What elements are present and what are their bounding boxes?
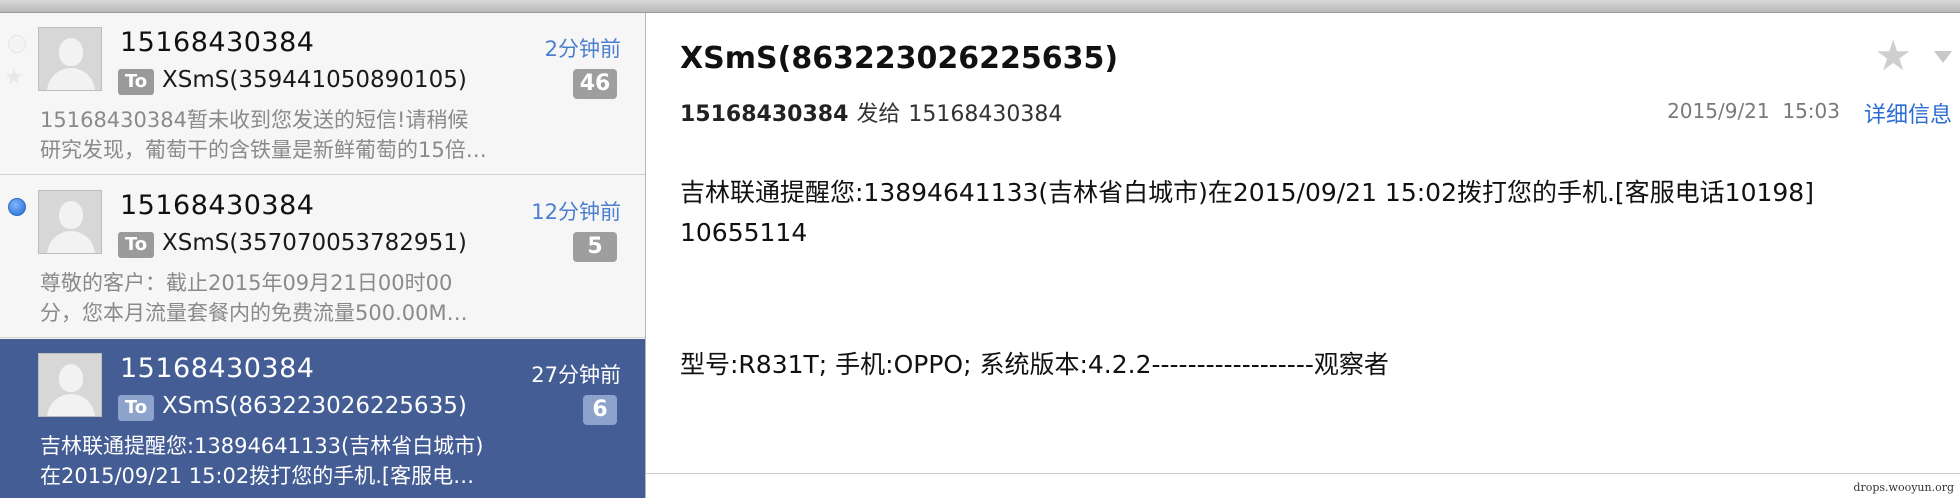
message-sender: 15168430384: [120, 27, 315, 58]
message-time: 2分钟前: [544, 37, 621, 61]
message-sender: 15168430384: [120, 190, 315, 221]
to-address: 15168430384: [908, 102, 1063, 127]
message-time: 27分钟前: [531, 363, 621, 387]
message-subject: XSmS(863223026225635): [680, 41, 1119, 76]
thread-count-badge: 6: [583, 395, 617, 425]
message-list-item[interactable]: ★ 15168430384 2分钟前 To XSmS(3594410508901…: [0, 13, 645, 175]
message-signature: 型号:R831T; 手机:OPPO; 系统版本:4.2.2-----------…: [680, 350, 1389, 379]
read-indicator-icon: [8, 35, 26, 53]
sent-to-label: 发给: [856, 102, 901, 127]
message-time: 12分钟前: [531, 200, 621, 224]
message-preview: 吉林联通提醒您:13894641133(吉林省白城市) 在2015/09/21 …: [40, 434, 484, 488]
message-preview: 15168430384暂未收到您发送的短信!请稍候 研究发现，葡萄干的含铁量是新…: [40, 108, 487, 162]
person-icon: [59, 201, 83, 229]
watermark: drops.wooyun.org: [1853, 481, 1954, 494]
message-date: 2015/9/21 15:03: [1667, 99, 1840, 123]
flag-star-icon[interactable]: ★: [4, 67, 24, 89]
chevron-down-icon[interactable]: [1934, 51, 1952, 63]
message-body-line: 吉林联通提醒您:13894641133(吉林省白城市)在2015/09/21 1…: [680, 178, 1814, 207]
from-address: 15168430384: [680, 102, 849, 127]
message-list-item-selected[interactable]: 15168430384 27分钟前 To XSmS(86322302622563…: [0, 339, 645, 498]
to-badge: To: [118, 395, 154, 421]
person-icon: [59, 38, 83, 66]
avatar: [38, 190, 102, 254]
message-body: 吉林联通提醒您:13894641133(吉林省白城市)在2015/09/21 1…: [680, 173, 1950, 385]
message-sender: 15168430384: [120, 353, 315, 384]
avatar: [38, 27, 102, 91]
message-recipient: XSmS(863223026225635): [162, 393, 467, 419]
person-icon: [59, 364, 83, 392]
to-badge: To: [118, 69, 154, 95]
unread-dot-icon: [8, 198, 26, 216]
details-link[interactable]: 详细信息: [1864, 97, 1952, 129]
message-header-from: 15168430384 发给 15168430384: [680, 96, 1062, 128]
thread-count-badge: 46: [573, 69, 617, 99]
message-detail-pane: XSmS(863223026225635) ★ 15168430384 发给 151…: [646, 13, 1960, 474]
thread-count-badge: 5: [573, 232, 617, 262]
to-badge: To: [118, 232, 154, 258]
message-body-line: 10655114: [680, 218, 808, 247]
message-list-item[interactable]: 15168430384 12分钟前 To XSmS(35707005378295…: [0, 176, 645, 338]
message-recipient: XSmS(359441050890105): [162, 67, 467, 93]
avatar: [38, 353, 102, 417]
message-preview: 尊敬的客户：截止2015年09月21日00时00 分，您本月流量套餐内的免费流量…: [40, 271, 468, 325]
message-list[interactable]: ★ 15168430384 2分钟前 To XSmS(3594410508901…: [0, 13, 646, 498]
star-icon[interactable]: ★: [1874, 35, 1912, 77]
window-toolbar-edge: [0, 0, 1960, 13]
message-recipient: XSmS(357070053782951): [162, 230, 467, 256]
